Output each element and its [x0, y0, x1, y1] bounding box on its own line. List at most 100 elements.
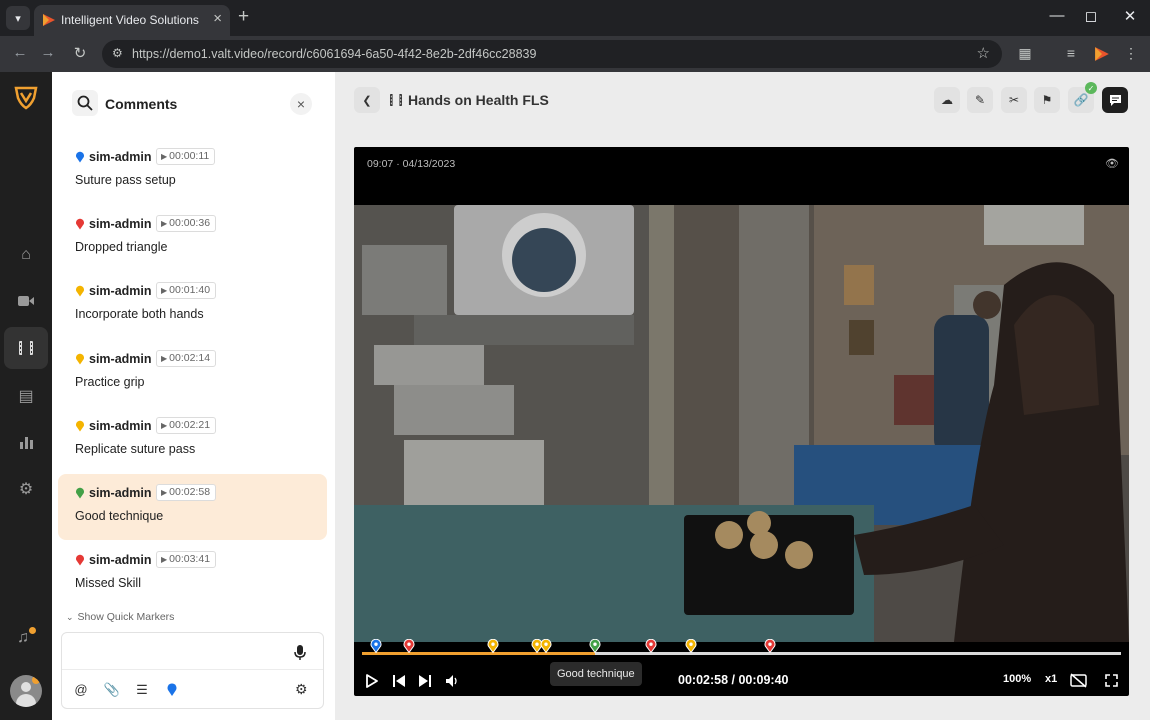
attachment-icon[interactable]: 📎: [103, 682, 121, 698]
skip-forward-icon[interactable]: [419, 675, 431, 687]
captions-off-icon[interactable]: [1070, 673, 1087, 688]
playback-speed[interactable]: x1: [1045, 673, 1057, 685]
marker-color-icon[interactable]: [166, 683, 178, 697]
tab-title: Intelligent Video Solutions: [61, 13, 199, 27]
home-icon[interactable]: ⌂: [4, 234, 48, 276]
back-arrow-icon[interactable]: ←: [10, 44, 30, 61]
timeline-marker[interactable]: [645, 639, 657, 653]
marker-pin-icon: [76, 151, 84, 163]
schedule-icon[interactable]: ▤: [4, 375, 48, 417]
chart-icon[interactable]: [4, 421, 48, 463]
timeline-marker[interactable]: [764, 639, 776, 653]
comment-input[interactable]: [62, 633, 323, 670]
url-text[interactable]: https://demo1.valt.video/record/c6061694…: [132, 47, 536, 61]
comment-timestamp-button[interactable]: ▶ 00:02:14: [156, 349, 217, 367]
fullscreen-icon[interactable]: [1105, 674, 1118, 687]
comment-author: sim-admin: [89, 150, 152, 164]
comment-item[interactable]: sim-admin ▶ 00:02:58 Good technique: [58, 474, 327, 540]
comment-item[interactable]: sim-admin ▶ 00:00:36 Dropped triangle: [58, 205, 327, 271]
user-icon[interactable]: [10, 675, 42, 707]
mention-icon[interactable]: @: [72, 682, 90, 697]
quick-markers-toggle[interactable]: ⌄ Show Quick Markers: [66, 611, 174, 623]
timeline-marker[interactable]: [685, 639, 697, 653]
close-window-icon[interactable]: ✕: [1120, 7, 1140, 25]
new-tab-icon[interactable]: +: [238, 6, 249, 28]
play-icon[interactable]: [366, 674, 378, 688]
app-sidebar: ⌂ ▤ ⚙ ♫: [0, 72, 52, 720]
cloud-download-icon[interactable]: ☁: [934, 87, 960, 113]
comment-item[interactable]: sim-admin ▶ 00:01:40 Incorporate both hands: [58, 272, 327, 338]
comments-icon[interactable]: [1102, 87, 1128, 113]
eye-icon[interactable]: 👁: [1105, 157, 1119, 170]
address-bar[interactable]: ⚙ https://demo1.valt.video/record/c60616…: [102, 40, 1002, 68]
reload-icon[interactable]: ↻: [70, 44, 90, 62]
video-frame[interactable]: [354, 205, 1129, 642]
zoom-level[interactable]: 100%: [1003, 673, 1031, 685]
search-icon[interactable]: [72, 90, 98, 116]
settings-icon[interactable]: ⚙: [4, 468, 48, 510]
timeline-marker[interactable]: [589, 639, 601, 653]
comment-time: 00:02:14: [169, 351, 211, 364]
browser-menu-icon[interactable]: ⋮: [1122, 45, 1140, 62]
film-icon[interactable]: [4, 327, 48, 369]
browser-tab[interactable]: Intelligent Video Solutions ×: [34, 5, 230, 36]
comment-text: Good technique: [75, 509, 164, 523]
bell-icon[interactable]: ♫: [17, 627, 36, 647]
comment-author: sim-admin: [89, 553, 152, 568]
close-icon[interactable]: ×: [290, 93, 312, 115]
skip-back-icon[interactable]: [393, 675, 405, 687]
panel-title: Comments: [105, 96, 178, 112]
comment-text: Missed Skill: [75, 576, 141, 591]
bookmark-star-icon[interactable]: ☆: [977, 44, 990, 62]
forward-arrow-icon[interactable]: →: [38, 44, 58, 61]
comment-timestamp-button[interactable]: ▶ 00:02:58: [156, 484, 217, 501]
comment-timestamp-button[interactable]: ▶ 00:01:40: [156, 282, 217, 300]
comment-item[interactable]: sim-admin ▶ 00:03:41 Missed Skill: [58, 541, 327, 607]
maximize-icon[interactable]: ◻: [1081, 7, 1101, 25]
camera-icon[interactable]: [4, 280, 48, 322]
minimize-icon[interactable]: —: [1047, 7, 1067, 24]
media-control-icon[interactable]: ≡: [1062, 45, 1080, 61]
site-info-icon[interactable]: ⚙: [112, 46, 123, 60]
play-small-icon: ▶: [161, 152, 168, 161]
comment-item[interactable]: sim-admin ▶ 00:00:11 Suture pass setup: [58, 138, 327, 204]
comment-timestamp-button[interactable]: ▶ 00:02:21: [156, 416, 217, 434]
comment-author: sim-admin: [89, 284, 152, 299]
volume-icon[interactable]: [446, 675, 459, 687]
comment-flag-icon[interactable]: ⚑: [1034, 87, 1060, 113]
play-small-icon: ▶: [161, 353, 168, 363]
comment-item[interactable]: sim-admin ▶ 00:02:21 Replicate suture pass: [58, 407, 327, 473]
marker-pin-icon: [76, 218, 84, 230]
comment-timestamp-button[interactable]: ▶ 00:03:41: [156, 551, 217, 569]
comment-time: 00:01:40: [169, 284, 211, 297]
scissors-icon[interactable]: ✂: [1001, 87, 1027, 113]
progress-bar[interactable]: [362, 652, 1121, 655]
comment-timestamp-button[interactable]: ▶ 00:00:11: [156, 148, 216, 165]
recording-timestamp: 09:07 · 04/13/2023: [367, 158, 456, 170]
tab-search-icon[interactable]: ▾: [6, 6, 30, 30]
tab-close-icon[interactable]: ×: [213, 10, 222, 27]
valt-extension-icon[interactable]: [1094, 46, 1110, 62]
link-icon[interactable]: 🔗 ✓: [1068, 82, 1097, 113]
play-small-icon: ▶: [161, 286, 168, 296]
timeline-marker[interactable]: [403, 639, 415, 653]
comment-timestamp-button[interactable]: ▶ 00:00:36: [156, 215, 217, 233]
comment-time: 00:02:21: [169, 418, 211, 431]
microphone-icon[interactable]: [294, 645, 306, 661]
browser-window: ▾ Intelligent Video Solutions × + — ◻ ✕ …: [0, 0, 1150, 720]
timeline-marker[interactable]: [370, 639, 382, 653]
comments-panel: Comments × sim-admin ▶ 00:00:11 Suture pass…: [52, 72, 335, 720]
timeline-marker[interactable]: [540, 639, 552, 653]
composer-settings-icon[interactable]: ⚙: [295, 681, 308, 698]
back-icon[interactable]: ❮: [354, 87, 380, 113]
pencil-icon[interactable]: ✎: [967, 87, 993, 113]
comment-text: Replicate suture pass: [75, 441, 196, 456]
play-small-icon: ▶: [161, 488, 168, 497]
timeline-marker[interactable]: [487, 639, 499, 653]
video-player[interactable]: 09:07 · 04/13/2023 👁 Good technique 00:0…: [354, 147, 1129, 696]
extensions-icon[interactable]: ▦: [1016, 45, 1034, 62]
comment-author: sim-admin: [89, 217, 152, 232]
timecode: 00:02:58 / 00:09:40: [678, 673, 789, 687]
list-icon[interactable]: ☰: [133, 682, 151, 698]
comment-item[interactable]: sim-admin ▶ 00:02:14 Practice grip: [58, 340, 327, 406]
